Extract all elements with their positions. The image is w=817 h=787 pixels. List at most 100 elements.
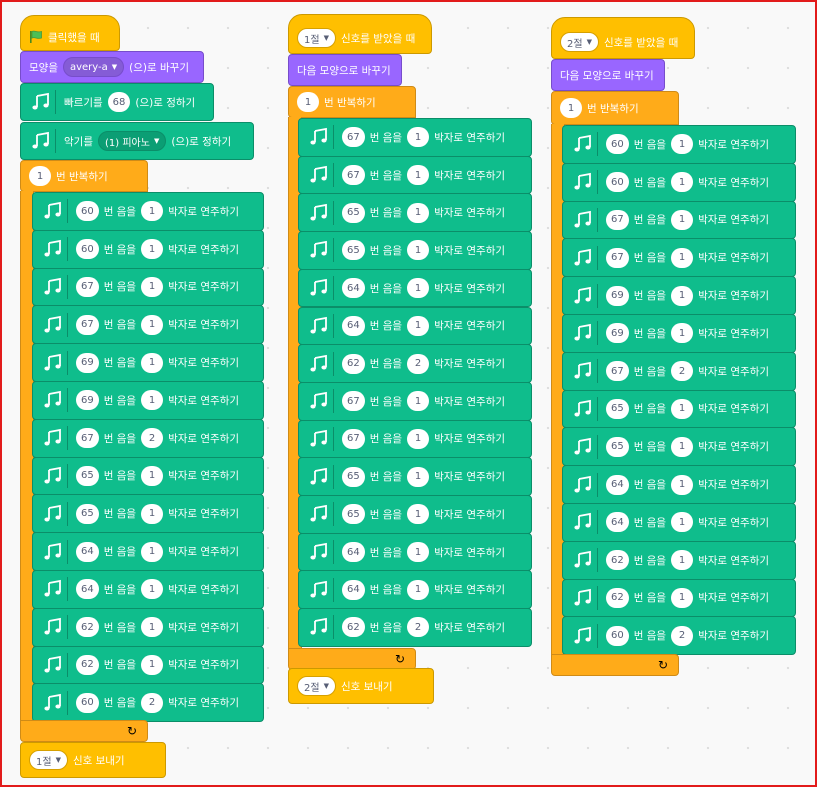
play-note-block[interactable]: 62 번 음을 1 박자로 연주하기 <box>562 540 796 580</box>
beats-input[interactable]: 1 <box>407 391 430 412</box>
play-note-block[interactable]: 69 번 음을 1 박자로 연주하기 <box>32 381 264 420</box>
note-input[interactable]: 67 <box>76 276 99 297</box>
play-note-block[interactable]: 67 번 음을 2 박자로 연주하기 <box>562 351 796 391</box>
beats-input[interactable]: 1 <box>671 512 694 533</box>
beats-input[interactable]: 1 <box>141 390 164 411</box>
instrument-dropdown[interactable]: (1) 피아노 ▼ <box>97 131 167 151</box>
broadcast-block[interactable]: 2절 ▼ 신호 보내기 <box>288 668 434 704</box>
beats-input[interactable]: 1 <box>141 654 164 675</box>
beats-input[interactable]: 1 <box>671 209 694 230</box>
switch-costume-block[interactable]: 모양을 avery-a ▼ (으)로 바꾸기 <box>20 51 204 83</box>
repeat-count-input[interactable]: 1 <box>29 166 51 186</box>
note-input[interactable]: 64 <box>342 579 365 600</box>
play-note-block[interactable]: 60 번 음을 2 박자로 연주하기 <box>32 683 264 723</box>
note-input[interactable]: 65 <box>342 202 365 223</box>
when-flag-clicked-hat[interactable]: 클릭했을 때 <box>20 15 120 51</box>
note-input[interactable]: 64 <box>342 278 365 299</box>
message-dropdown[interactable]: 2절 ▼ <box>560 32 599 52</box>
beats-input[interactable]: 1 <box>407 165 430 186</box>
play-note-block[interactable]: 64 번 음을 1 박자로 연주하기 <box>562 465 796 504</box>
tempo-input[interactable]: 68 <box>107 92 131 112</box>
play-note-block[interactable]: 60 번 음을 1 박자로 연주하기 <box>32 229 264 269</box>
play-note-block[interactable]: 60 번 음을 1 박자로 연주하기 <box>562 125 796 164</box>
note-input[interactable]: 64 <box>342 315 365 336</box>
note-input[interactable]: 67 <box>342 165 365 186</box>
note-input[interactable]: 60 <box>76 692 99 713</box>
beats-input[interactable]: 1 <box>407 428 430 449</box>
play-note-block[interactable]: 62 번 음을 2 박자로 연주하기 <box>298 608 532 647</box>
note-input[interactable]: 62 <box>342 353 365 374</box>
set-instrument-block[interactable]: 악기를 (1) 피아노 ▼ (으)로 정하기 <box>20 122 254 160</box>
play-note-block[interactable]: 62 번 음을 2 박자로 연주하기 <box>298 344 532 383</box>
play-note-block[interactable]: 60 번 음을 1 박자로 연주하기 <box>32 192 264 231</box>
play-note-block[interactable]: 67 번 음을 1 박자로 연주하기 <box>298 381 532 421</box>
play-note-block[interactable]: 67 번 음을 2 박자로 연주하기 <box>32 418 264 458</box>
play-note-block[interactable]: 64 번 음을 1 박자로 연주하기 <box>298 570 532 610</box>
note-input[interactable]: 62 <box>606 550 629 571</box>
beats-input[interactable]: 1 <box>671 134 694 155</box>
beats-input[interactable]: 1 <box>671 285 694 306</box>
note-input[interactable]: 65 <box>342 504 365 525</box>
note-input[interactable]: 62 <box>606 587 629 608</box>
play-note-block[interactable]: 60 번 음을 1 박자로 연주하기 <box>562 162 796 202</box>
play-note-block[interactable]: 69 번 음을 1 박자로 연주하기 <box>562 276 796 315</box>
beats-input[interactable]: 2 <box>671 361 694 382</box>
play-note-block[interactable]: 60 번 음을 2 박자로 연주하기 <box>562 616 796 656</box>
beats-input[interactable]: 1 <box>407 542 430 563</box>
note-input[interactable]: 60 <box>606 134 629 155</box>
note-input[interactable]: 64 <box>606 474 629 495</box>
note-input[interactable]: 69 <box>606 285 629 306</box>
beats-input[interactable]: 1 <box>141 503 164 524</box>
play-note-block[interactable]: 67 번 음을 1 박자로 연주하기 <box>298 419 532 459</box>
note-input[interactable]: 62 <box>342 617 365 638</box>
play-note-block[interactable]: 62 번 음을 1 박자로 연주하기 <box>562 578 796 618</box>
note-input[interactable]: 67 <box>342 391 365 412</box>
play-note-block[interactable]: 64 번 음을 1 박자로 연주하기 <box>562 503 796 542</box>
next-costume-block[interactable]: 다음 모양으로 바꾸기 <box>551 59 665 91</box>
play-note-block[interactable]: 65 번 음을 1 박자로 연주하기 <box>298 495 532 534</box>
note-input[interactable]: 64 <box>606 512 629 533</box>
play-note-block[interactable]: 64 번 음을 1 박자로 연주하기 <box>32 570 264 609</box>
repeat-count-input[interactable]: 1 <box>297 92 319 112</box>
beats-input[interactable]: 1 <box>671 247 694 268</box>
beats-input[interactable]: 1 <box>671 323 694 344</box>
play-note-block[interactable]: 67 번 음을 1 박자로 연주하기 <box>562 238 796 278</box>
beats-input[interactable]: 1 <box>407 315 430 336</box>
repeat-block[interactable]: 1 번 반복하기 <box>288 86 416 118</box>
play-note-block[interactable]: 65 번 음을 1 박자로 연주하기 <box>562 389 796 429</box>
play-note-block[interactable]: 67 번 음을 1 박자로 연주하기 <box>32 305 264 345</box>
beats-input[interactable]: 1 <box>407 278 430 299</box>
note-input[interactable]: 67 <box>342 428 365 449</box>
play-note-block[interactable]: 65 번 음을 1 박자로 연주하기 <box>32 456 264 496</box>
note-input[interactable]: 69 <box>76 390 99 411</box>
note-input[interactable]: 67 <box>606 247 629 268</box>
beats-input[interactable]: 2 <box>407 353 430 374</box>
note-input[interactable]: 65 <box>76 465 99 486</box>
play-note-block[interactable]: 69 번 음을 1 박자로 연주하기 <box>562 314 796 353</box>
play-note-block[interactable]: 65 번 음을 1 박자로 연주하기 <box>298 457 532 496</box>
next-costume-block[interactable]: 다음 모양으로 바꾸기 <box>288 54 402 86</box>
set-tempo-block[interactable]: 빠르기를 68 (으)로 정하기 <box>20 83 214 121</box>
note-input[interactable]: 64 <box>342 542 365 563</box>
broadcast-dropdown[interactable]: 1절 ▼ <box>29 750 68 770</box>
play-note-block[interactable]: 64 번 음을 1 박자로 연주하기 <box>298 306 532 346</box>
note-input[interactable]: 69 <box>606 323 629 344</box>
beats-input[interactable]: 1 <box>141 239 164 260</box>
note-input[interactable]: 60 <box>606 625 629 646</box>
note-input[interactable]: 67 <box>606 209 629 230</box>
broadcast-dropdown[interactable]: 2절 ▼ <box>297 676 336 696</box>
beats-input[interactable]: 1 <box>141 579 164 600</box>
beats-input[interactable]: 1 <box>671 550 694 571</box>
note-input[interactable]: 65 <box>606 398 629 419</box>
beats-input[interactable]: 2 <box>141 428 164 449</box>
note-input[interactable]: 67 <box>342 127 365 148</box>
note-input[interactable]: 64 <box>76 541 99 562</box>
play-note-block[interactable]: 64 번 음을 1 박자로 연주하기 <box>298 268 532 308</box>
note-input[interactable]: 65 <box>606 436 629 457</box>
beats-input[interactable]: 1 <box>671 474 694 495</box>
message-dropdown[interactable]: 1절 ▼ <box>297 28 336 48</box>
beats-input[interactable]: 1 <box>141 541 164 562</box>
note-input[interactable]: 60 <box>76 239 99 260</box>
beats-input[interactable]: 1 <box>671 436 694 457</box>
note-input[interactable]: 65 <box>342 466 365 487</box>
